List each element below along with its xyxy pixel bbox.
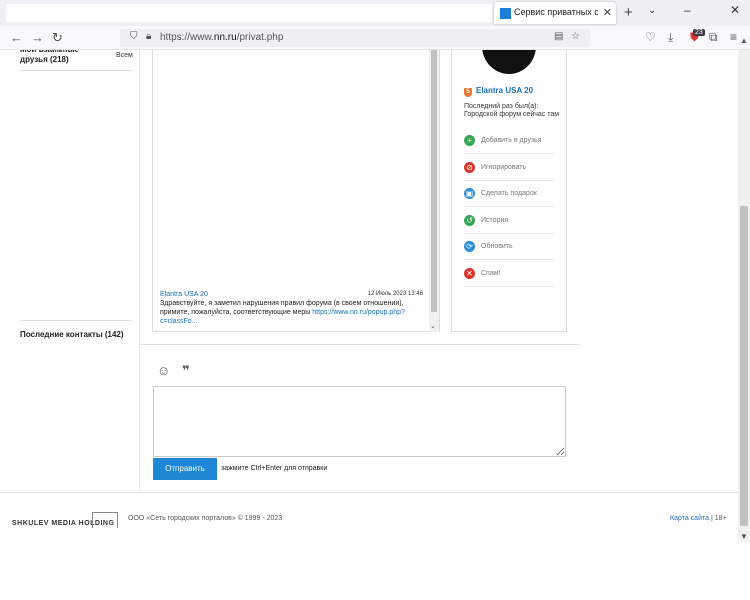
composer-divider [140, 344, 580, 345]
rank-shield-icon: 5 [464, 88, 472, 97]
recent-contacts-label[interactable]: Последние контакты (142) [20, 330, 124, 339]
add-friend-icon: + [464, 135, 475, 146]
sitemap-link[interactable]: Карта сайта [670, 515, 709, 522]
minimize-icon[interactable]: – [684, 3, 691, 17]
page-scrollbar[interactable]: ▲ ▼ [738, 36, 750, 542]
new-tab-icon[interactable]: + [624, 4, 633, 21]
close-window-icon[interactable]: ✕ [730, 3, 740, 17]
quote-icon[interactable]: ❞ [182, 363, 190, 379]
tab-bar: Сервис приватных сообщений ✕ + ⌄ – ✕ [0, 0, 750, 26]
scroll-down-arrow-icon[interactable]: ⌄ [430, 322, 436, 330]
tab-list-chevron-icon[interactable]: ⌄ [648, 5, 656, 16]
profile-action[interactable]: ✕ Спам! [464, 261, 554, 287]
scroll-down-arrow-icon[interactable]: ▼ [740, 532, 748, 541]
last-seen-status: Последний раз был(а): Городской форум се… [464, 103, 560, 118]
tab-close-icon[interactable]: ✕ [603, 6, 612, 19]
message-input[interactable] [153, 386, 566, 457]
profile-action[interactable]: ↺ История [464, 208, 554, 234]
menu-icon[interactable]: ≡ [730, 30, 737, 44]
profile-action[interactable]: ▣ Сделать подарок [464, 181, 554, 207]
profile-action[interactable]: ⟳ Обновить [464, 234, 554, 260]
profile-action-label: Обновить [481, 243, 513, 250]
age-rating: | 18+ [709, 515, 727, 522]
profile-action-label: Спам! [481, 269, 501, 277]
downloads-icon[interactable]: ⤓ [668, 30, 673, 45]
site-favicon-icon [500, 8, 511, 19]
mutual-friends-label[interactable]: Мои взаимные друзья (218) [20, 50, 100, 65]
pocket-icon[interactable]: ♡ [645, 30, 656, 44]
address-bar[interactable]: ⛉ 🔒︎ https://www.nn.ru/privat.php ▤ ☆ [120, 29, 590, 47]
back-icon[interactable]: ← [10, 30, 23, 45]
message-item: Elantra USA 20 12 Июль 2023 13:46 Здравс… [160, 290, 426, 326]
emoji-icon[interactable]: ☺ [157, 363, 170, 378]
friends-all-link[interactable]: Всем [116, 52, 133, 59]
bookmark-star-icon[interactable]: ☆ [571, 31, 580, 42]
profile-action-label: Сделать подарок [481, 190, 537, 197]
profile-name[interactable]: 5 Elantra USA 20 [464, 86, 533, 97]
reload-icon[interactable]: ↻ [52, 30, 63, 46]
profile-action[interactable]: + Добавить в друзья [464, 128, 554, 154]
copyright: ООО «Сеть городских порталов» © 1999 - 2… [128, 515, 283, 522]
footer-divider [0, 492, 738, 493]
gift-icon: ▣ [464, 188, 475, 199]
extensions-icon[interactable]: ⧉ [709, 30, 718, 45]
refresh-icon: ⟳ [464, 241, 475, 252]
message-scroll-thumb[interactable] [431, 50, 437, 312]
contacts-sidebar: Мои взаимные друзья (218) Всем Последние… [0, 50, 140, 492]
profile-card: 5 Elantra USA 20 Последний раз был(а): Го… [451, 50, 567, 332]
tab-strip-blank [6, 4, 492, 22]
sidebar-divider [20, 70, 132, 71]
ignore-icon: ⊘ [464, 161, 475, 173]
nav-toolbar: ← → ↻ ⛉ 🔒︎ https://www.nn.ru/privat.php … [0, 26, 750, 50]
lock-icon[interactable]: 🔒︎ [146, 31, 151, 42]
footer-links: Карта сайта | 18+ [670, 515, 727, 522]
logo-frame [92, 512, 118, 528]
history-icon: ↺ [464, 214, 475, 226]
profile-action-label: Игнорировать [481, 163, 527, 171]
message-date: 12 Июль 2023 13:46 [367, 291, 423, 297]
send-hint: зажмите Ctrl+Enter для отправки [221, 465, 328, 472]
url-text: https://www.nn.ru/privat.php [160, 32, 284, 43]
reader-view-icon[interactable]: ▤ [554, 31, 563, 42]
sidebar-divider [20, 320, 132, 321]
send-button[interactable]: Отправить [153, 458, 217, 480]
shield-tracking-icon[interactable]: ⛉ [130, 31, 138, 42]
forward-icon[interactable]: → [31, 30, 44, 45]
spam-icon: ✕ [464, 267, 475, 279]
message-scrollbar[interactable]: ⌄ [429, 50, 439, 332]
tab-active[interactable]: Сервис приватных сообщений ✕ [494, 2, 616, 24]
page-scroll-thumb[interactable] [740, 206, 748, 526]
tab-title: Сервис приватных сообщений [514, 7, 598, 17]
downloads-badge: 23 [693, 29, 705, 36]
profile-action-label: История [481, 216, 509, 224]
profile-action[interactable]: ⊘ Игнорировать [464, 155, 554, 181]
profile-action-label: Добавить в друзья [481, 137, 542, 144]
scroll-up-arrow-icon[interactable]: ▲ [740, 36, 748, 45]
page-content: Мои взаимные друзья (218) Всем Последние… [0, 50, 738, 528]
avatar[interactable] [482, 50, 536, 74]
